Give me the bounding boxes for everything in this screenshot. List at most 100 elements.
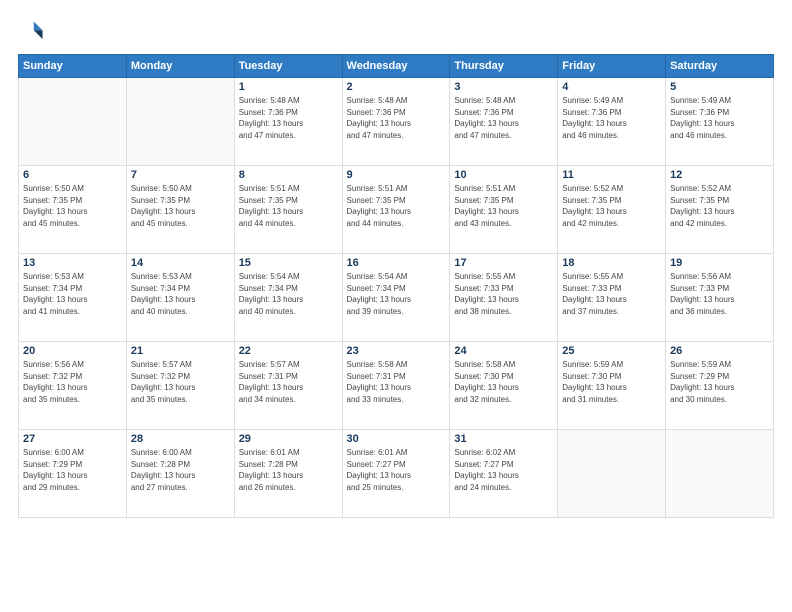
day-info: Sunrise: 5:48 AM Sunset: 7:36 PM Dayligh…: [454, 95, 553, 141]
day-number: 14: [131, 257, 230, 269]
day-info: Sunrise: 5:51 AM Sunset: 7:35 PM Dayligh…: [239, 183, 338, 229]
day-number: 3: [454, 81, 553, 93]
day-cell: 11 Sunrise: 5:52 AM Sunset: 7:35 PM Dayli…: [558, 166, 666, 254]
day-number: 8: [239, 169, 338, 181]
day-info: Sunrise: 5:56 AM Sunset: 7:33 PM Dayligh…: [670, 271, 769, 317]
day-number: 28: [131, 433, 230, 445]
day-info: Sunrise: 5:50 AM Sunset: 7:35 PM Dayligh…: [23, 183, 122, 229]
day-cell: 25Sunrise: 5:59 AM Sunset: 7:30 PM Dayli…: [558, 342, 666, 430]
weekday-header-monday: Monday: [126, 55, 234, 78]
day-number: 13: [23, 257, 122, 269]
day-info: Sunrise: 5:49 AM Sunset: 7:36 PM Dayligh…: [562, 95, 661, 141]
day-cell: [558, 430, 666, 518]
day-info: Sunrise: 5:50 AM Sunset: 7:35 PM Dayligh…: [131, 183, 230, 229]
day-info: Sunrise: 5:55 AM Sunset: 7:33 PM Dayligh…: [562, 271, 661, 317]
day-number: 20: [23, 345, 122, 357]
day-cell: 26Sunrise: 5:59 AM Sunset: 7:29 PM Dayli…: [666, 342, 774, 430]
day-info: Sunrise: 5:55 AM Sunset: 7:33 PM Dayligh…: [454, 271, 553, 317]
week-row-2: 6 Sunrise: 5:50 AM Sunset: 7:35 PM Daylig…: [19, 166, 774, 254]
day-number: 22: [239, 345, 338, 357]
day-number: 2: [347, 81, 446, 93]
day-cell: 24Sunrise: 5:58 AM Sunset: 7:30 PM Dayli…: [450, 342, 558, 430]
day-number: 10: [454, 169, 553, 181]
day-info: Sunrise: 5:53 AM Sunset: 7:34 PM Dayligh…: [23, 271, 122, 317]
calendar-table: SundayMondayTuesdayWednesdayThursdayFrid…: [18, 54, 774, 518]
day-info: Sunrise: 6:01 AM Sunset: 7:27 PM Dayligh…: [347, 447, 446, 493]
day-number: 1: [239, 81, 338, 93]
day-info: Sunrise: 5:49 AM Sunset: 7:36 PM Dayligh…: [670, 95, 769, 141]
day-info: Sunrise: 5:58 AM Sunset: 7:31 PM Dayligh…: [347, 359, 446, 405]
day-cell: 18 Sunrise: 5:55 AM Sunset: 7:33 PM Dayli…: [558, 254, 666, 342]
day-cell: 5 Sunrise: 5:49 AM Sunset: 7:36 PM Daylig…: [666, 78, 774, 166]
day-number: 16: [347, 257, 446, 269]
day-cell: [19, 78, 127, 166]
day-cell: 17 Sunrise: 5:55 AM Sunset: 7:33 PM Dayli…: [450, 254, 558, 342]
day-info: Sunrise: 5:59 AM Sunset: 7:30 PM Dayligh…: [562, 359, 661, 405]
weekday-header-thursday: Thursday: [450, 55, 558, 78]
day-cell: 4Sunrise: 5:49 AM Sunset: 7:36 PM Daylig…: [558, 78, 666, 166]
day-info: Sunrise: 6:00 AM Sunset: 7:28 PM Dayligh…: [131, 447, 230, 493]
day-cell: 29 Sunrise: 6:01 AM Sunset: 7:28 PM Dayli…: [234, 430, 342, 518]
day-number: 31: [454, 433, 553, 445]
day-cell: 14 Sunrise: 5:53 AM Sunset: 7:34 PM Dayli…: [126, 254, 234, 342]
day-cell: 7Sunrise: 5:50 AM Sunset: 7:35 PM Daylig…: [126, 166, 234, 254]
day-info: Sunrise: 6:01 AM Sunset: 7:28 PM Dayligh…: [239, 447, 338, 493]
day-number: 23: [347, 345, 446, 357]
day-cell: 30Sunrise: 6:01 AM Sunset: 7:27 PM Dayli…: [342, 430, 450, 518]
day-cell: 22 Sunrise: 5:57 AM Sunset: 7:31 PM Dayli…: [234, 342, 342, 430]
day-info: Sunrise: 5:59 AM Sunset: 7:29 PM Dayligh…: [670, 359, 769, 405]
day-info: Sunrise: 5:48 AM Sunset: 7:36 PM Dayligh…: [239, 95, 338, 141]
day-cell: 3 Sunrise: 5:48 AM Sunset: 7:36 PM Daylig…: [450, 78, 558, 166]
day-cell: 23 Sunrise: 5:58 AM Sunset: 7:31 PM Dayli…: [342, 342, 450, 430]
day-info: Sunrise: 5:48 AM Sunset: 7:36 PM Dayligh…: [347, 95, 446, 141]
week-row-3: 13 Sunrise: 5:53 AM Sunset: 7:34 PM Dayli…: [19, 254, 774, 342]
day-info: Sunrise: 5:54 AM Sunset: 7:34 PM Dayligh…: [239, 271, 338, 317]
day-cell: 1 Sunrise: 5:48 AM Sunset: 7:36 PM Daylig…: [234, 78, 342, 166]
weekday-header-saturday: Saturday: [666, 55, 774, 78]
week-row-1: 1 Sunrise: 5:48 AM Sunset: 7:36 PM Daylig…: [19, 78, 774, 166]
weekday-header-tuesday: Tuesday: [234, 55, 342, 78]
day-cell: 9 Sunrise: 5:51 AM Sunset: 7:35 PM Daylig…: [342, 166, 450, 254]
day-number: 6: [23, 169, 122, 181]
logo-icon: [18, 18, 46, 46]
day-number: 29: [239, 433, 338, 445]
logo: [18, 18, 50, 46]
day-info: Sunrise: 6:02 AM Sunset: 7:27 PM Dayligh…: [454, 447, 553, 493]
day-cell: 28 Sunrise: 6:00 AM Sunset: 7:28 PM Dayli…: [126, 430, 234, 518]
day-number: 18: [562, 257, 661, 269]
day-info: Sunrise: 5:52 AM Sunset: 7:35 PM Dayligh…: [562, 183, 661, 229]
day-info: Sunrise: 5:53 AM Sunset: 7:34 PM Dayligh…: [131, 271, 230, 317]
day-cell: 2 Sunrise: 5:48 AM Sunset: 7:36 PM Daylig…: [342, 78, 450, 166]
day-number: 24: [454, 345, 553, 357]
week-row-4: 20 Sunrise: 5:56 AM Sunset: 7:32 PM Dayli…: [19, 342, 774, 430]
weekday-header-friday: Friday: [558, 55, 666, 78]
day-cell: 16 Sunrise: 5:54 AM Sunset: 7:34 PM Dayli…: [342, 254, 450, 342]
day-cell: 19 Sunrise: 5:56 AM Sunset: 7:33 PM Dayli…: [666, 254, 774, 342]
day-number: 9: [347, 169, 446, 181]
day-number: 12: [670, 169, 769, 181]
day-cell: 6 Sunrise: 5:50 AM Sunset: 7:35 PM Daylig…: [19, 166, 127, 254]
day-cell: 10 Sunrise: 5:51 AM Sunset: 7:35 PM Dayli…: [450, 166, 558, 254]
day-cell: 27 Sunrise: 6:00 AM Sunset: 7:29 PM Dayli…: [19, 430, 127, 518]
weekday-header-wednesday: Wednesday: [342, 55, 450, 78]
day-cell: 20 Sunrise: 5:56 AM Sunset: 7:32 PM Dayli…: [19, 342, 127, 430]
day-number: 27: [23, 433, 122, 445]
day-number: 11: [562, 169, 661, 181]
page: SundayMondayTuesdayWednesdayThursdayFrid…: [0, 0, 792, 612]
day-cell: 15 Sunrise: 5:54 AM Sunset: 7:34 PM Dayli…: [234, 254, 342, 342]
day-number: 5: [670, 81, 769, 93]
day-number: 19: [670, 257, 769, 269]
day-info: Sunrise: 6:00 AM Sunset: 7:29 PM Dayligh…: [23, 447, 122, 493]
day-info: Sunrise: 5:51 AM Sunset: 7:35 PM Dayligh…: [347, 183, 446, 229]
weekday-header-sunday: Sunday: [19, 55, 127, 78]
day-info: Sunrise: 5:51 AM Sunset: 7:35 PM Dayligh…: [454, 183, 553, 229]
day-info: Sunrise: 5:54 AM Sunset: 7:34 PM Dayligh…: [347, 271, 446, 317]
day-number: 21: [131, 345, 230, 357]
day-cell: [666, 430, 774, 518]
day-number: 15: [239, 257, 338, 269]
day-info: Sunrise: 5:57 AM Sunset: 7:31 PM Dayligh…: [239, 359, 338, 405]
day-number: 17: [454, 257, 553, 269]
weekday-header-row: SundayMondayTuesdayWednesdayThursdayFrid…: [19, 55, 774, 78]
day-info: Sunrise: 5:56 AM Sunset: 7:32 PM Dayligh…: [23, 359, 122, 405]
header: [18, 18, 774, 46]
